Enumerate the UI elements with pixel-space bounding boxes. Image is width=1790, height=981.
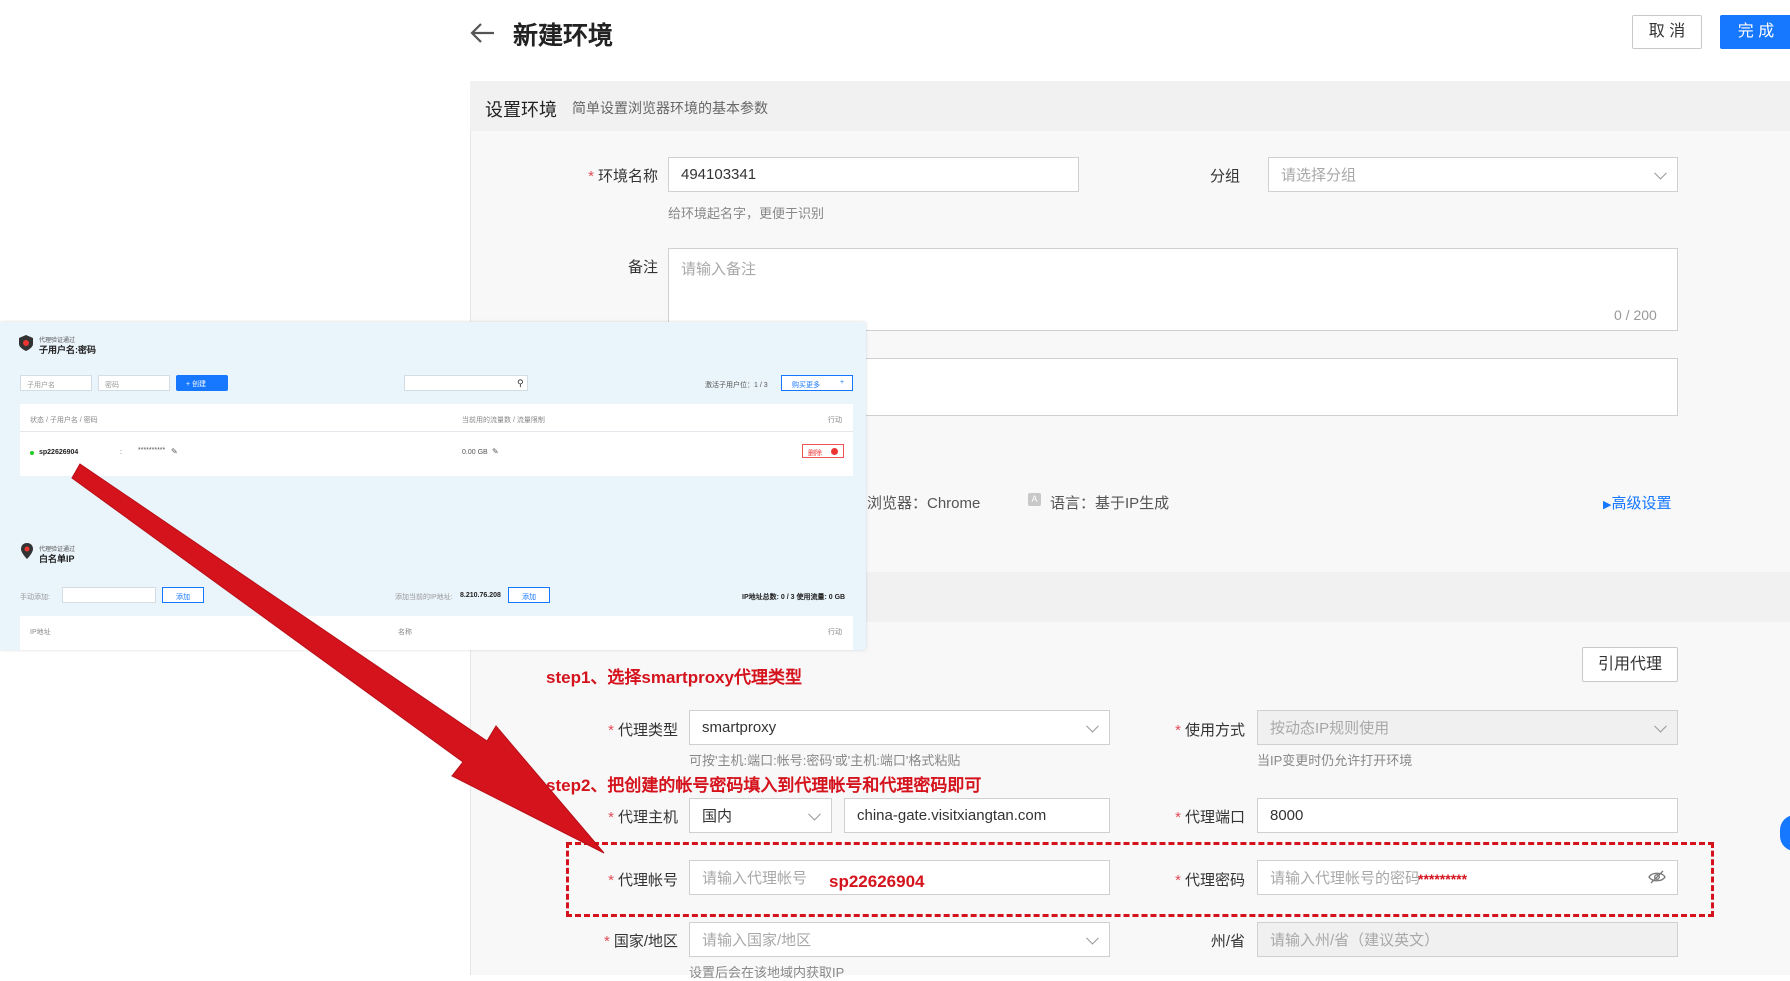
- annotation-arrow: [71, 463, 605, 854]
